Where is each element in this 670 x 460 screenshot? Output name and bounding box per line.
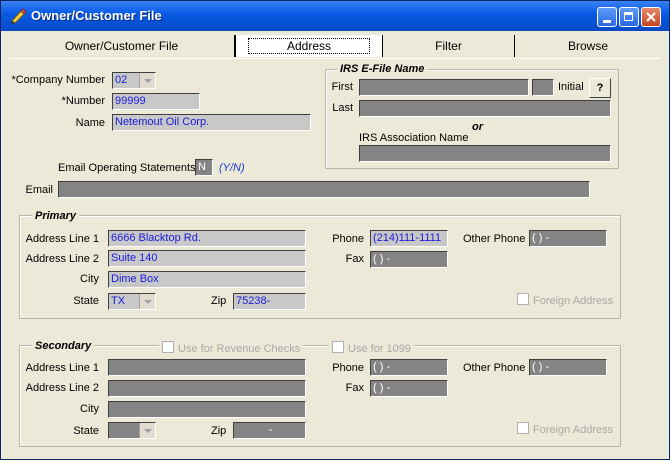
title-bar[interactable]: Owner/Customer File (1, 1, 669, 31)
chevron-down-icon[interactable] (139, 294, 155, 309)
email-operating-hint: (Y/N) (219, 162, 245, 174)
secondary-fax-field[interactable]: ( ) - (370, 380, 448, 397)
maximize-icon (624, 12, 633, 21)
tab-address[interactable]: Address (235, 35, 383, 57)
tab-owner-customer-file[interactable]: Owner/Customer File (9, 35, 235, 57)
secondary-foreign-address-label: Foreign Address (533, 424, 614, 436)
primary-other-phone-field[interactable]: ( ) - (529, 230, 607, 247)
primary-addr1-field[interactable]: 6666 Blacktop Rd. (108, 230, 306, 247)
primary-foreign-address-label: Foreign Address (533, 295, 614, 307)
primary-other-phone-label: Other Phone (463, 233, 526, 245)
irs-or-text: or (472, 121, 483, 133)
maximize-button[interactable] (619, 7, 639, 27)
tab-label: Address (247, 38, 371, 54)
primary-zip-label: Zip (211, 295, 227, 307)
secondary-state-select[interactable] (108, 422, 156, 439)
secondary-addr1-label: Address Line 1 (25, 362, 99, 374)
secondary-city-label: City (80, 403, 99, 415)
secondary-addr2-field[interactable] (108, 380, 306, 397)
company-number-label: *Company Number (11, 74, 105, 86)
irs-last-field[interactable] (359, 100, 611, 117)
email-operating-field[interactable]: N (195, 159, 213, 176)
use-for-1099-label: Use for 1099 (348, 343, 411, 355)
primary-city-field[interactable]: Dime Box (108, 271, 306, 288)
secondary-fax-label: Fax (345, 382, 364, 394)
secondary-state-label: State (73, 425, 99, 437)
tab-bar: Owner/Customer File Address Filter Brows… (9, 35, 661, 59)
irs-help-button[interactable]: ? (589, 78, 611, 98)
secondary-title: Secondary (32, 340, 95, 352)
primary-addr2-field[interactable]: Suite 140 (108, 250, 306, 267)
primary-phone-field[interactable]: (214)111-1111 (370, 230, 448, 247)
tab-browse[interactable]: Browse (515, 35, 661, 57)
owner-customer-window: Owner/Customer File Owner/Customer File … (0, 0, 670, 460)
irs-last-label: Last (332, 102, 353, 114)
secondary-city-field[interactable] (108, 401, 306, 418)
checkbox-icon (162, 341, 174, 353)
irs-first-field[interactable] (359, 79, 529, 96)
minimize-icon (603, 20, 611, 23)
secondary-addr1-field[interactable] (108, 359, 306, 376)
use-for-revenue-checks-label: Use for Revenue Checks (178, 343, 301, 355)
tab-label: Browse (567, 39, 608, 53)
primary-fax-field[interactable]: ( ) - (370, 251, 448, 268)
minimize-button[interactable] (597, 7, 617, 27)
primary-zip-field[interactable]: 75238- (233, 293, 306, 310)
primary-phone-label: Phone (332, 233, 364, 245)
primary-state-label: State (73, 295, 99, 307)
primary-addr2-label: Address Line 2 (25, 253, 99, 265)
close-icon (646, 12, 656, 22)
irs-initial-field[interactable] (532, 79, 554, 96)
use-for-revenue-checks-checkbox[interactable]: Use for Revenue Checks (159, 341, 304, 355)
address-panel: *Company Number 02 *Number 99999 Name Ne… (9, 58, 661, 452)
primary-city-label: City (80, 273, 99, 285)
primary-foreign-address-checkbox[interactable]: Foreign Address (517, 293, 613, 307)
tab-filter[interactable]: Filter (383, 35, 515, 57)
email-label: Email (25, 184, 53, 196)
email-operating-label: Email Operating Statements (58, 162, 196, 174)
secondary-zip-field[interactable]: - (233, 422, 306, 439)
number-field[interactable]: 99999 (112, 93, 200, 110)
irs-initial-label: Initial (558, 81, 584, 93)
chevron-down-icon[interactable] (139, 423, 155, 438)
secondary-foreign-address-checkbox[interactable]: Foreign Address (517, 422, 613, 436)
checkbox-icon (517, 293, 529, 305)
use-for-1099-checkbox[interactable]: Use for 1099 (329, 341, 414, 355)
primary-title: Primary (32, 210, 79, 222)
irs-association-field[interactable] (359, 145, 611, 162)
window-title: Owner/Customer File (31, 8, 162, 23)
pencil-icon (11, 8, 27, 24)
primary-state-value: TX (111, 295, 126, 307)
tab-label: Filter (435, 39, 462, 53)
name-field[interactable]: Netemout Oil Corp. (112, 114, 311, 131)
secondary-phone-label: Phone (332, 362, 364, 374)
secondary-other-phone-label: Other Phone (463, 362, 526, 374)
secondary-other-phone-field[interactable]: ( ) - (529, 359, 607, 376)
tab-label: Owner/Customer File (64, 39, 179, 53)
chevron-down-icon[interactable] (139, 73, 155, 88)
secondary-addr2-label: Address Line 2 (25, 382, 99, 394)
irs-first-label: First (331, 81, 353, 93)
close-button[interactable] (641, 7, 661, 27)
company-number-select[interactable]: 02 (112, 72, 156, 89)
irs-association-label: IRS Association Name (359, 132, 469, 144)
secondary-zip-label: Zip (211, 425, 227, 437)
irs-efile-title: IRS E-File Name (337, 63, 428, 75)
checkbox-icon (517, 422, 529, 434)
number-label: *Number (61, 95, 105, 107)
checkbox-icon (332, 341, 344, 353)
company-number-value: 02 (115, 74, 128, 86)
primary-addr1-label: Address Line 1 (25, 233, 99, 245)
secondary-phone-field[interactable]: ( ) - (370, 359, 448, 376)
primary-fax-label: Fax (345, 253, 364, 265)
email-field[interactable] (58, 181, 590, 198)
primary-state-select[interactable]: TX (108, 293, 156, 310)
name-label: Name (75, 117, 105, 129)
